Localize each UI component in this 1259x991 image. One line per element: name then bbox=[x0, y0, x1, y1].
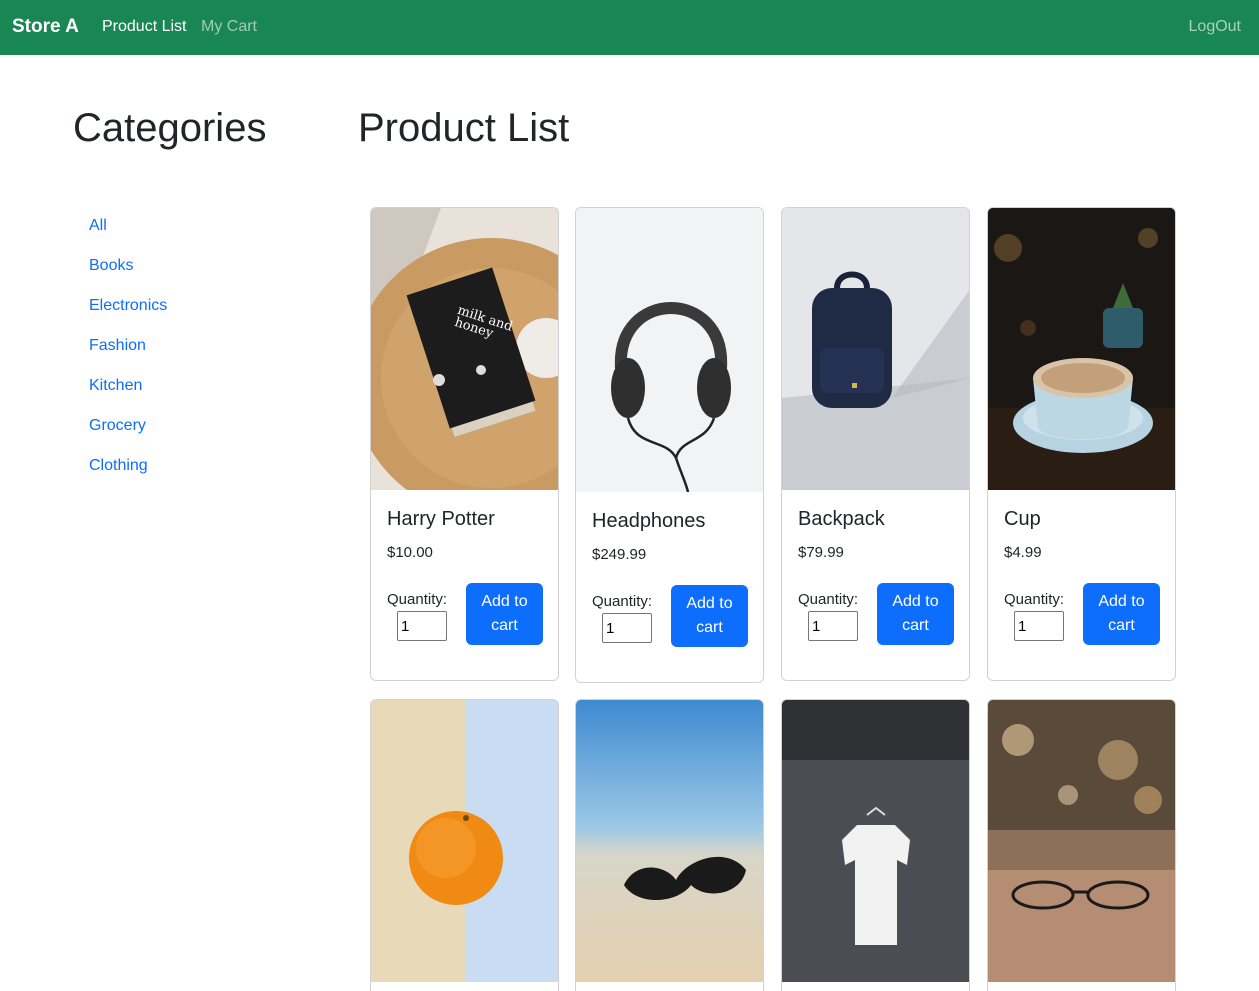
category-clothing[interactable]: Clothing bbox=[89, 457, 148, 474]
quantity-label: Quantity: bbox=[592, 593, 653, 610]
product-list-heading: Product List bbox=[358, 106, 570, 150]
quantity-label: Quantity: bbox=[387, 591, 448, 608]
product-card: milk and honey Harry Potter $10.00 Quant… bbox=[370, 207, 559, 681]
product-card bbox=[987, 699, 1176, 991]
quantity-input[interactable] bbox=[602, 613, 652, 643]
nav-product-list[interactable]: Product List bbox=[102, 18, 186, 36]
add-to-cart-button[interactable]: Add to cart bbox=[466, 583, 543, 645]
product-price: $4.99 bbox=[1004, 544, 1042, 561]
product-name: Backpack bbox=[798, 508, 885, 530]
headphones-photo bbox=[576, 208, 763, 492]
add-to-cart-button[interactable]: Add to cart bbox=[1083, 583, 1160, 645]
add-to-cart-button[interactable]: Add to cart bbox=[877, 583, 954, 645]
sunglasses-photo bbox=[576, 700, 763, 982]
quantity-label: Quantity: bbox=[798, 591, 859, 608]
category-grocery[interactable]: Grocery bbox=[89, 417, 146, 434]
product-name: Headphones bbox=[592, 510, 706, 532]
product-price: $249.99 bbox=[592, 546, 647, 563]
product-name: Harry Potter bbox=[387, 508, 495, 530]
book-photo: milk and honey bbox=[371, 208, 558, 490]
quantity-input[interactable] bbox=[397, 611, 447, 641]
add-to-cart-button[interactable]: Add to cart bbox=[671, 585, 748, 647]
category-list: All Books Electronics Fashion Kitchen Gr… bbox=[89, 217, 167, 497]
categories-heading: Categories bbox=[73, 106, 267, 150]
category-fashion[interactable]: Fashion bbox=[89, 337, 146, 354]
category-books[interactable]: Books bbox=[89, 257, 133, 274]
product-name: Cup bbox=[1004, 508, 1041, 530]
backpack-photo bbox=[782, 208, 969, 490]
product-card: Backpack $79.99 Quantity: Add to cart bbox=[781, 207, 970, 681]
product-price: $10.00 bbox=[387, 544, 433, 561]
tshirt-photo bbox=[782, 700, 969, 982]
quantity-label: Quantity: bbox=[1004, 591, 1065, 608]
product-card bbox=[370, 699, 559, 991]
product-card: Cup $4.99 Quantity: Add to cart bbox=[987, 207, 1176, 681]
logout-link[interactable]: LogOut bbox=[1189, 18, 1241, 36]
eyeglasses-photo bbox=[988, 700, 1175, 982]
quantity-input[interactable] bbox=[1014, 611, 1064, 641]
category-electronics[interactable]: Electronics bbox=[89, 297, 167, 314]
orange-photo bbox=[371, 700, 558, 982]
quantity-input[interactable] bbox=[808, 611, 858, 641]
product-price: $79.99 bbox=[798, 544, 844, 561]
category-all[interactable]: All bbox=[89, 217, 107, 234]
product-card bbox=[575, 699, 764, 991]
product-card bbox=[781, 699, 970, 991]
coffee-cup-photo bbox=[988, 208, 1175, 490]
category-kitchen[interactable]: Kitchen bbox=[89, 377, 142, 394]
product-card: Headphones $249.99 Quantity: Add to cart bbox=[575, 207, 764, 683]
top-navbar: Store A Product List My Cart LogOut bbox=[0, 0, 1259, 55]
nav-my-cart[interactable]: My Cart bbox=[201, 18, 257, 36]
brand-link[interactable]: Store A bbox=[12, 16, 79, 38]
